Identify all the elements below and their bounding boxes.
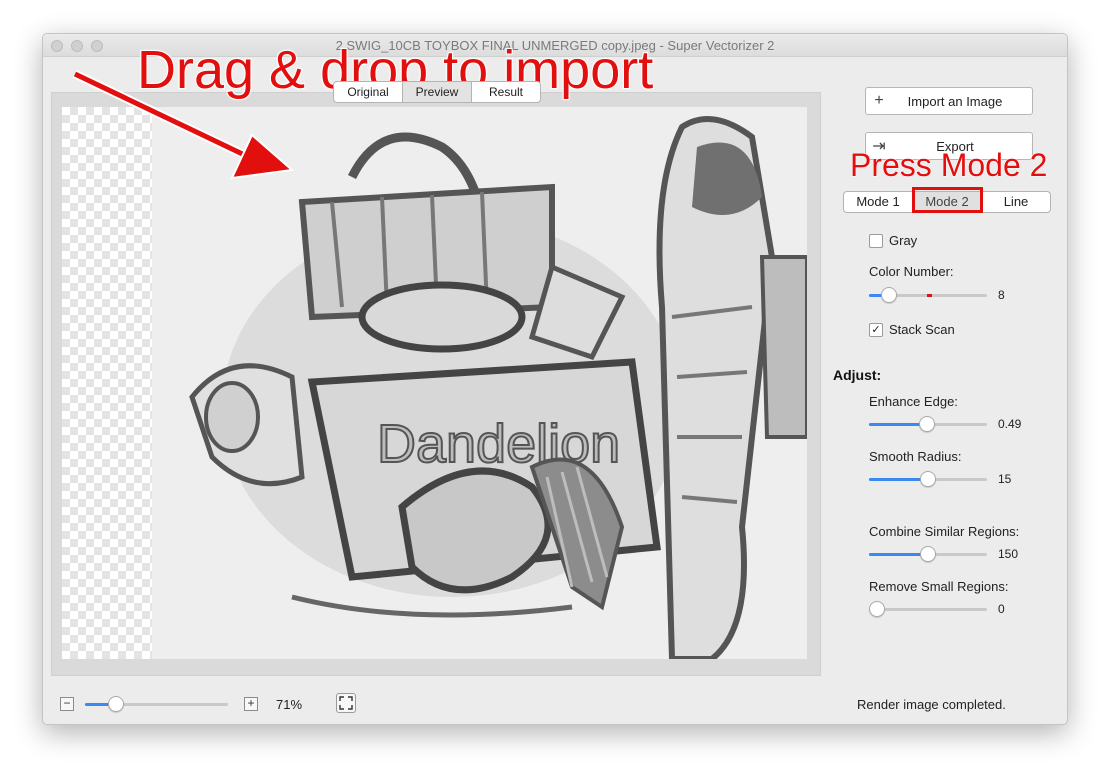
- tab-result[interactable]: Result: [472, 82, 540, 102]
- mode-2-highlight-box: [912, 187, 983, 213]
- view-mode-tabs: Original Preview Result: [333, 81, 541, 103]
- arrow-annotation: [73, 69, 295, 180]
- tab-original[interactable]: Original: [334, 82, 403, 102]
- tab-preview[interactable]: Preview: [403, 82, 472, 102]
- press-mode-annotation: Press Mode 2: [849, 147, 1048, 184]
